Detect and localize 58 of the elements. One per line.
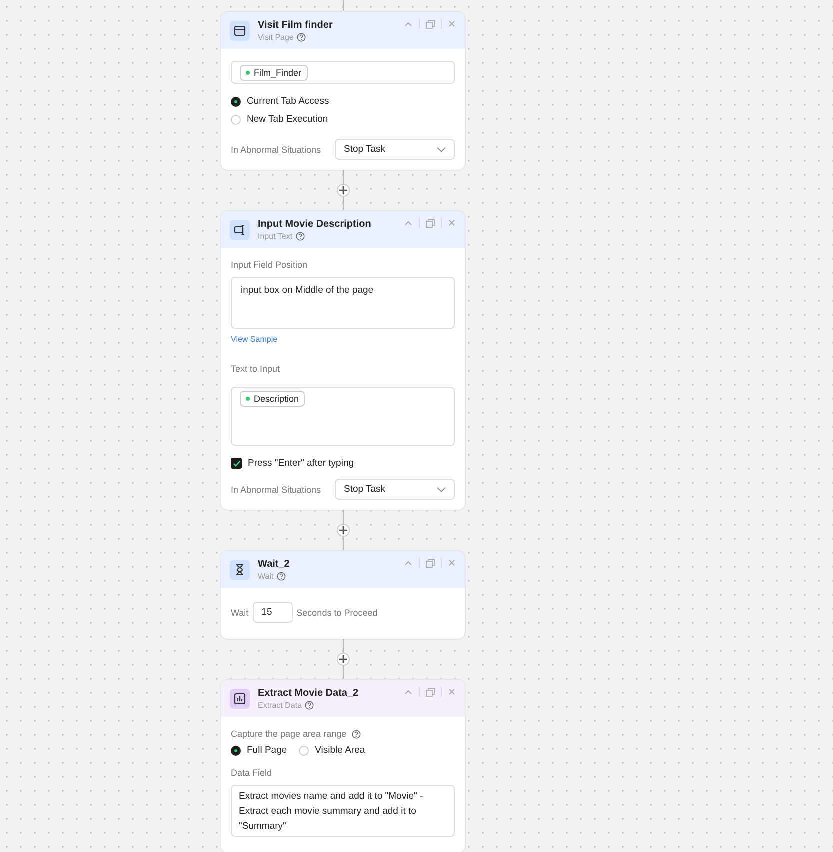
field-label: Text to Input xyxy=(231,364,282,374)
browser-window-icon xyxy=(230,20,250,40)
collapse-icon[interactable] xyxy=(404,20,413,28)
field-label: In Abnormal Situations xyxy=(231,484,322,494)
radio-option[interactable]: Current Tab Access xyxy=(231,96,455,107)
field-label: Data Field xyxy=(231,768,274,778)
radio-option[interactable]: Full Page xyxy=(231,745,288,756)
field-label: Capture the page area range xyxy=(231,729,347,739)
dropdown[interactable]: Stop Task xyxy=(335,479,455,500)
step-title: Input Movie Description xyxy=(258,218,372,230)
variable-tag: Description xyxy=(240,391,306,407)
text-cursor-icon xyxy=(230,220,250,240)
step-type: Wait xyxy=(258,572,274,580)
add-step-button[interactable] xyxy=(336,184,350,197)
checkmark-icon xyxy=(232,460,240,468)
variable-tag: Film_Finder xyxy=(240,64,308,80)
step-type: Visit Page xyxy=(258,32,294,42)
copy-icon[interactable] xyxy=(426,558,435,568)
close-icon[interactable] xyxy=(448,219,456,227)
help-icon[interactable] xyxy=(352,730,361,738)
text-area[interactable]: input box on Middle of the page xyxy=(231,277,455,329)
view-sample-link[interactable]: View Sample xyxy=(231,335,455,344)
field-label: Wait xyxy=(231,608,249,618)
step-title: Extract Movie Data_2 xyxy=(258,688,360,698)
chevron-down-icon xyxy=(437,146,446,152)
close-icon[interactable] xyxy=(448,559,456,567)
step-type: Extract Data xyxy=(258,700,302,710)
close-icon[interactable] xyxy=(448,688,456,696)
copy-icon[interactable] xyxy=(426,218,435,228)
hourglass-icon xyxy=(230,560,250,580)
field-label: In Abnormal Situations xyxy=(231,144,322,154)
close-icon[interactable] xyxy=(448,20,456,28)
help-icon[interactable] xyxy=(296,232,305,240)
copy-icon[interactable] xyxy=(426,688,435,696)
collapse-icon[interactable] xyxy=(404,558,413,568)
help-icon[interactable] xyxy=(305,700,314,710)
step-type: Input Text xyxy=(258,232,293,240)
field-label: Input Field Position xyxy=(231,260,309,270)
copy-icon[interactable] xyxy=(426,20,435,28)
radio-option[interactable]: New Tab Execution xyxy=(231,114,455,125)
collapse-icon[interactable] xyxy=(404,218,413,228)
dropdown[interactable]: Stop Task xyxy=(335,139,455,160)
field-label: Seconds to Proceed xyxy=(296,608,378,618)
radio-option[interactable]: Visible Area xyxy=(299,745,366,756)
help-icon[interactable] xyxy=(296,32,306,42)
chart-icon xyxy=(230,688,250,708)
chevron-down-icon xyxy=(437,486,446,492)
seconds-field[interactable]: 15 xyxy=(252,602,293,623)
text-input-field[interactable]: Description xyxy=(231,387,455,446)
variable-field[interactable]: Film_Finder xyxy=(231,61,455,84)
collapse-icon[interactable] xyxy=(404,688,413,696)
step-title: Visit Film finder xyxy=(258,20,334,30)
step-title: Wait_2 xyxy=(258,558,291,570)
checkbox-option[interactable]: Press "Enter" after typing xyxy=(231,458,455,469)
add-step-button[interactable] xyxy=(336,653,350,666)
help-icon[interactable] xyxy=(276,572,286,580)
add-step-button[interactable] xyxy=(336,524,350,537)
text-area[interactable]: Extract movies name and add it to "Movie" - Extract each movie summary and add it to "Summary" xyxy=(231,785,455,837)
